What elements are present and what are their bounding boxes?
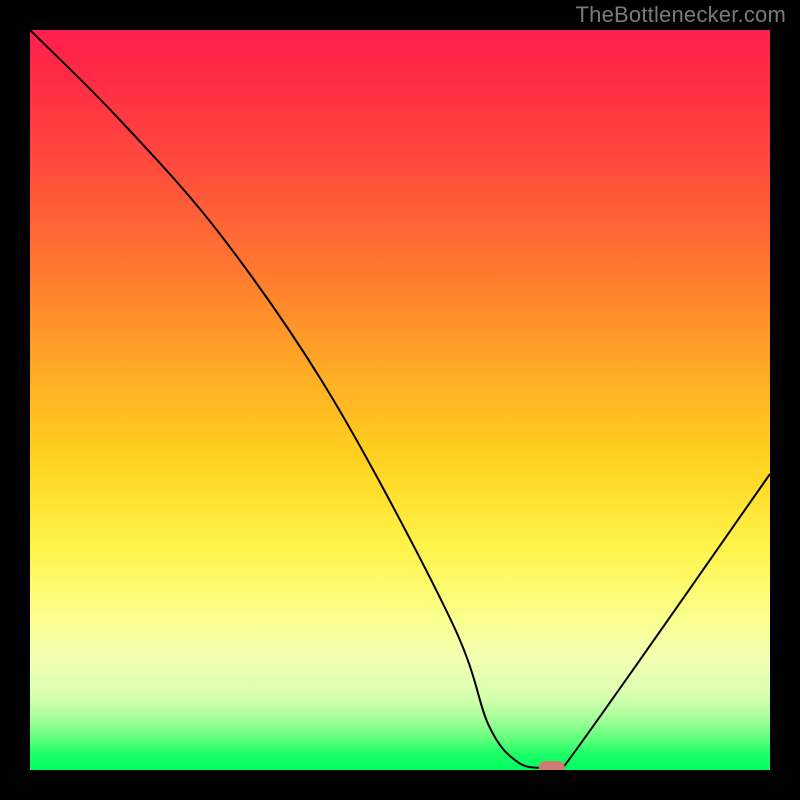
plot-area bbox=[30, 30, 770, 770]
bottleneck-curve bbox=[30, 30, 770, 770]
attribution-label: TheBottlenecker.com bbox=[576, 2, 786, 28]
curve-path bbox=[30, 30, 770, 770]
chart-frame: TheBottlenecker.com bbox=[0, 0, 800, 800]
optimal-marker bbox=[539, 761, 565, 770]
